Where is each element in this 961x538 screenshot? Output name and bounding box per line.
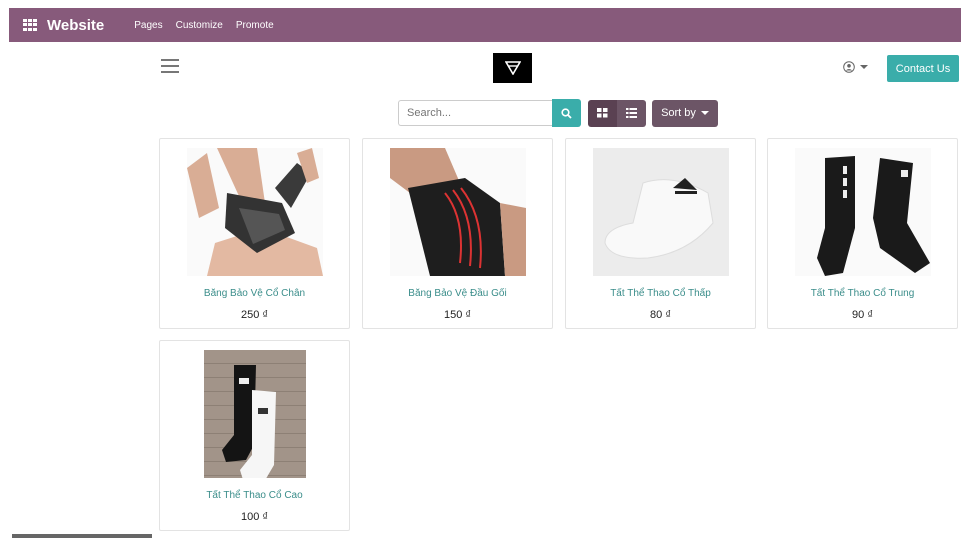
product-image-mid-sock[interactable] bbox=[795, 148, 931, 276]
product-image-high-sock[interactable] bbox=[204, 350, 306, 478]
product-name[interactable]: Tất Thể Thao Cổ Thấp bbox=[566, 288, 755, 299]
product-card[interactable]: Băng Bảo Vệ Đầu Gối 150 ₫ bbox=[362, 138, 553, 329]
grid-view-button[interactable] bbox=[588, 99, 617, 127]
top-navbar: Website Pages Customize Promote bbox=[9, 8, 961, 42]
product-price: 90 ₫ bbox=[852, 309, 873, 321]
list-view-button[interactable] bbox=[617, 99, 646, 127]
nav-item-customize[interactable]: Customize bbox=[176, 20, 223, 31]
site-header: Contact Us bbox=[0, 50, 961, 86]
sort-by-label: Sort by bbox=[661, 107, 696, 119]
product-card[interactable]: Băng Bảo Vệ Cổ Chân 250 ₫ bbox=[159, 138, 350, 329]
product-price: 80 ₫ bbox=[650, 309, 671, 321]
logo-icon bbox=[504, 61, 521, 75]
product-name[interactable]: Băng Bảo Vệ Cổ Chân bbox=[160, 288, 349, 299]
chevron-down-icon bbox=[860, 65, 868, 69]
cropped-caption-text bbox=[0, 0, 961, 8]
product-name[interactable]: Tất Thể Thao Cổ Cao bbox=[160, 490, 349, 501]
product-image-knee-brace[interactable] bbox=[390, 148, 526, 276]
nav-menu: Pages Customize Promote bbox=[134, 20, 286, 31]
nav-item-pages[interactable]: Pages bbox=[134, 20, 162, 31]
nav-item-promote[interactable]: Promote bbox=[236, 20, 274, 31]
product-price: 100 ₫ bbox=[240, 511, 269, 523]
product-name[interactable]: Băng Bảo Vệ Đầu Gối bbox=[363, 288, 552, 299]
product-image-low-sock[interactable] bbox=[593, 148, 729, 276]
user-menu[interactable] bbox=[843, 61, 868, 73]
product-price: 150 ₫ bbox=[443, 309, 472, 321]
user-icon bbox=[843, 61, 855, 73]
hamburger-icon[interactable] bbox=[161, 59, 179, 73]
search-button[interactable] bbox=[552, 99, 581, 127]
contact-us-button[interactable]: Contact Us bbox=[887, 55, 959, 82]
apps-icon[interactable] bbox=[23, 19, 37, 31]
shop-toolbar: Sort by bbox=[398, 99, 718, 127]
brand-title[interactable]: Website bbox=[47, 17, 104, 34]
view-toggle bbox=[588, 99, 646, 127]
product-price: 250 ₫ bbox=[240, 309, 269, 321]
list-view-icon bbox=[626, 108, 637, 118]
product-card[interactable]: Tất Thể Thao Cổ Cao 100 ₫ bbox=[159, 340, 350, 531]
chevron-down-icon bbox=[700, 111, 709, 115]
search-input[interactable] bbox=[398, 100, 552, 126]
scrollbar-fragment bbox=[12, 534, 152, 538]
grid-view-icon bbox=[597, 108, 608, 118]
search-icon bbox=[561, 107, 572, 119]
sort-by-dropdown[interactable]: Sort by bbox=[652, 99, 718, 127]
product-card[interactable]: Tất Thể Thao Cổ Thấp 80 ₫ bbox=[565, 138, 756, 329]
product-card[interactable]: Tất Thể Thao Cổ Trung 90 ₫ bbox=[767, 138, 958, 329]
site-logo[interactable] bbox=[493, 53, 532, 83]
product-name[interactable]: Tất Thể Thao Cổ Trung bbox=[768, 288, 957, 299]
product-image-ankle-brace[interactable] bbox=[187, 148, 323, 276]
